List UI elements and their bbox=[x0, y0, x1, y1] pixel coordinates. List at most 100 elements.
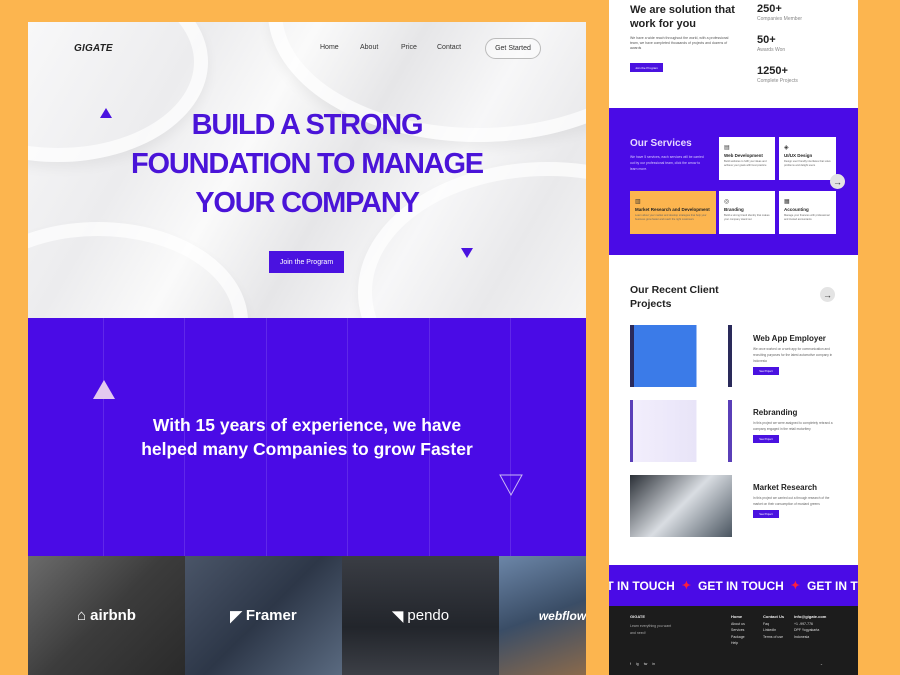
service-title: Accounting bbox=[784, 207, 809, 212]
footer: GIGATE Learn everything you want and nee… bbox=[609, 606, 858, 675]
service-description: Build a strong brand identity that makes… bbox=[724, 214, 770, 221]
project-image-rebranding[interactable] bbox=[630, 400, 732, 462]
solution-join-button[interactable]: Join the Program bbox=[630, 63, 663, 72]
stat-awards: 50+ Awards Won bbox=[757, 34, 785, 53]
experience-line: helped many Companies to grow Faster bbox=[141, 439, 473, 459]
service-card-web-development[interactable]: ▤ Web Development Build websites to fulf… bbox=[719, 137, 775, 180]
partner-tile-airbnb[interactable]: ⌂ airbnb bbox=[28, 556, 185, 675]
project-image-web-app[interactable] bbox=[630, 325, 732, 387]
partner-tile-framer[interactable]: ◤ Framer bbox=[185, 556, 342, 675]
social-links: f ig tw in bbox=[630, 661, 655, 668]
service-description: Learn about your market and develop stra… bbox=[635, 214, 707, 221]
stat-label: Awards Won bbox=[757, 47, 786, 53]
star-icon: ✦ bbox=[790, 580, 800, 592]
footer-link[interactable]: Help bbox=[731, 640, 745, 647]
framer-icon: ◤ bbox=[230, 607, 242, 625]
chart-icon: ▥ bbox=[635, 199, 641, 205]
footer-logo[interactable]: GIGATE bbox=[630, 614, 645, 621]
service-card-accounting[interactable]: ▦ Accounting Manage your finances with p… bbox=[779, 191, 836, 234]
facebook-icon[interactable]: f bbox=[630, 661, 631, 668]
footer-col-info: info@gigate.com +1 -997-776 DPF Yogyakar… bbox=[794, 614, 826, 640]
footer-heading: Contact Us bbox=[763, 614, 785, 619]
star-icon: ✦ bbox=[681, 580, 691, 592]
service-description: Manage your finances with professional a… bbox=[784, 214, 830, 221]
solution-title: We are solution that work for you bbox=[630, 4, 735, 30]
experience-line: With 15 years of experience, we have bbox=[152, 415, 462, 435]
get-started-button[interactable]: Get Started bbox=[485, 38, 541, 59]
partner-name: pendo bbox=[407, 607, 450, 624]
partner-name: airbnb bbox=[90, 607, 136, 624]
touch-text: GET IN TOUCH bbox=[609, 578, 675, 593]
hero-section: GIGATE Home About Price Contact Get Star… bbox=[28, 22, 586, 318]
footer-col-home: Home About us Services Package Help bbox=[731, 614, 745, 647]
project-title: Market Research bbox=[753, 483, 818, 492]
project-web-app-employer: Web App Employer We once worked on a web… bbox=[753, 334, 838, 375]
see-project-button[interactable]: See Project bbox=[753, 435, 779, 443]
service-title: Branding bbox=[724, 207, 744, 212]
partner-logos: ⌂ airbnb ◤ Framer ◥ pendo webflow bbox=[28, 556, 586, 675]
desktop-preview: GIGATE Home About Price Contact Get Star… bbox=[28, 22, 586, 675]
project-market-research: Market Research In this project we carri… bbox=[753, 483, 838, 518]
code-icon: ▤ bbox=[724, 145, 730, 151]
experience-section: With 15 years of experience, we have hel… bbox=[28, 318, 586, 556]
hero-headline: BUILD A STRONG FOUNDATION TO MANAGE YOUR… bbox=[28, 106, 586, 223]
services-title: Our Services bbox=[630, 138, 692, 149]
headline-line: BUILD A STRONG bbox=[191, 109, 424, 141]
service-card-uiux-design[interactable]: ◈ UI/UX Design Design user friendly inte… bbox=[779, 137, 836, 180]
experience-text: With 15 years of experience, we have hel… bbox=[28, 413, 586, 461]
triangle-decoration bbox=[461, 248, 473, 258]
services-section: Our Services We have 5 services, each se… bbox=[609, 108, 858, 255]
twitter-icon[interactable]: tw bbox=[644, 661, 648, 668]
get-in-touch-banner[interactable]: GET IN TOUCH ✦ GET IN TOUCH ✦ GET IN TOUCH bbox=[609, 565, 858, 606]
target-icon: ◎ bbox=[724, 199, 730, 205]
stat-value: 250+ bbox=[757, 3, 782, 15]
stat-value: 50+ bbox=[757, 34, 776, 46]
nav-price[interactable]: Price bbox=[401, 44, 417, 51]
footer-tagline: Learn everything you want and need! bbox=[630, 624, 672, 635]
project-rebranding: Rebranding In this project we were assig… bbox=[753, 408, 838, 443]
project-title: Rebranding bbox=[753, 408, 798, 417]
services-next-arrow-icon[interactable]: → bbox=[830, 174, 845, 189]
projects-next-arrow-icon[interactable]: → bbox=[820, 287, 835, 302]
join-program-button[interactable]: Join the Program bbox=[269, 251, 344, 273]
triangle-decoration bbox=[93, 380, 115, 399]
footer-country: Indonesia bbox=[794, 634, 810, 639]
service-description: Build websites to fulfil your ideas and … bbox=[724, 160, 767, 167]
partner-name: webflow bbox=[538, 608, 586, 623]
footer-link[interactable]: Terms of use bbox=[763, 634, 784, 641]
partner-tile-webflow[interactable]: webflow bbox=[499, 556, 586, 675]
solution-description: We have a wide reach throughout the worl… bbox=[630, 36, 729, 50]
project-image-market-research[interactable] bbox=[630, 475, 732, 537]
service-title: Web Development bbox=[724, 153, 763, 158]
projects-title: Our Recent Client Projects bbox=[630, 284, 719, 310]
nav-contact[interactable]: Contact bbox=[437, 44, 461, 51]
stat-companies: 250+ Companies Member bbox=[757, 3, 802, 22]
linkedin-icon[interactable]: in bbox=[652, 661, 655, 668]
see-project-button[interactable]: See Project bbox=[753, 367, 779, 375]
service-description: Design user friendly interfaces that sol… bbox=[784, 160, 831, 167]
airbnb-icon: ⌂ bbox=[77, 607, 87, 624]
see-project-button[interactable]: See Project bbox=[753, 510, 779, 518]
service-card-market-research[interactable]: ▥ Market Research and Development Learn … bbox=[630, 191, 716, 234]
pendo-icon: ◥ bbox=[391, 607, 404, 625]
chevron-down-icon[interactable]: ⌄ bbox=[820, 661, 823, 668]
footer-email[interactable]: info@gigate.com bbox=[794, 614, 826, 621]
service-card-branding[interactable]: ◎ Branding Build a strong brand identity… bbox=[719, 191, 775, 234]
logo[interactable]: GIGATE bbox=[74, 43, 113, 54]
service-title: Market Research and Development bbox=[635, 207, 710, 212]
nav-home[interactable]: Home bbox=[320, 44, 339, 51]
project-description: In this project we were assigned to comp… bbox=[753, 421, 833, 431]
project-title: Web App Employer bbox=[753, 334, 826, 343]
headline-line: YOUR COMPANY bbox=[195, 187, 420, 219]
services-description: We have 5 services, each services will b… bbox=[630, 155, 704, 171]
mobile-preview: We are solution that work for you We hav… bbox=[609, 0, 858, 675]
stat-projects: 1250+ Complete Projects bbox=[757, 65, 798, 84]
footer-link[interactable]: Services bbox=[731, 627, 745, 634]
triangle-outline-icon bbox=[499, 474, 523, 497]
nav-about[interactable]: About bbox=[360, 44, 378, 51]
headline-line: FOUNDATION TO MANAGE bbox=[131, 148, 484, 180]
partner-tile-pendo[interactable]: ◥ pendo bbox=[342, 556, 499, 675]
instagram-icon[interactable]: ig bbox=[636, 661, 639, 668]
touch-text: GET IN TOUCH bbox=[698, 578, 784, 593]
design-icon: ◈ bbox=[784, 145, 789, 151]
